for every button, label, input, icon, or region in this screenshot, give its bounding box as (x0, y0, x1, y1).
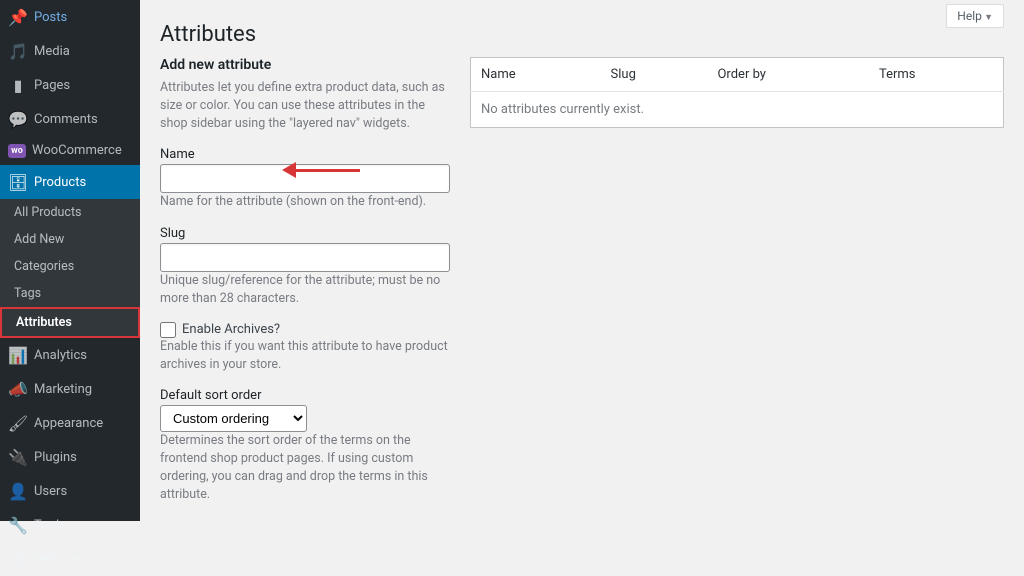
sort-select[interactable]: Custom ordering (160, 405, 307, 432)
menu-label: Marketing (34, 382, 92, 397)
settings-icon: ⚙ (8, 549, 28, 569)
name-input[interactable] (160, 164, 450, 193)
empty-message: No attributes currently exist. (471, 92, 1004, 128)
submenu-attributes[interactable]: Attributes (0, 307, 140, 338)
menu-item-posts[interactable]: 📌 Posts (0, 0, 140, 34)
woo-icon: wo (8, 144, 26, 158)
media-icon: 🎵 (8, 41, 28, 61)
col-slug[interactable]: Slug (601, 58, 708, 92)
menu-label: Pages (34, 78, 70, 93)
menu-item-pages[interactable]: ▮ Pages (0, 68, 140, 102)
slug-label: Slug (160, 226, 450, 241)
products-icon: 🗄 (8, 172, 28, 192)
tools-icon: 🔧 (8, 515, 28, 535)
menu-label: Settings (34, 552, 81, 567)
menu-label: Users (34, 484, 67, 499)
menu-item-marketing[interactable]: 📣 Marketing (0, 372, 140, 406)
menu-label: Analytics (34, 348, 87, 363)
menu-item-woocommerce[interactable]: wo WooCommerce (0, 136, 140, 165)
menu-label: Posts (34, 10, 67, 25)
main-content: Help Attributes Add new attribute Attrib… (140, 0, 1024, 521)
comment-icon: 💬 (8, 109, 28, 129)
menu-label: Media (34, 44, 70, 59)
menu-label: Appearance (34, 416, 103, 431)
attributes-table: Name Slug Order by Terms No attributes c… (470, 57, 1004, 128)
menu-item-tools[interactable]: 🔧 Tools (0, 508, 140, 542)
name-label: Name (160, 147, 450, 162)
form-intro: Attributes let you define extra product … (160, 79, 450, 133)
archives-desc: Enable this if you want this attribute t… (160, 338, 450, 374)
sort-label: Default sort order (160, 388, 450, 403)
menu-label: Comments (34, 112, 98, 127)
appearance-icon: 🖌 (8, 413, 28, 433)
submenu-all-products[interactable]: All Products (0, 199, 140, 226)
menu-item-comments[interactable]: 💬 Comments (0, 102, 140, 136)
menu-item-users[interactable]: 👤 Users (0, 474, 140, 508)
pin-icon: 📌 (8, 7, 28, 27)
marketing-icon: 📣 (8, 379, 28, 399)
name-desc: Name for the attribute (shown on the fro… (160, 193, 450, 211)
form-heading: Add new attribute (160, 57, 450, 73)
slug-input[interactable] (160, 243, 450, 272)
admin-sidebar: 📌 Posts 🎵 Media ▮ Pages 💬 Comments wo Wo… (0, 0, 140, 521)
sort-desc: Determines the sort order of the terms o… (160, 432, 450, 505)
page-icon: ▮ (8, 75, 28, 95)
submenu-categories[interactable]: Categories (0, 253, 140, 280)
menu-item-plugins[interactable]: 🔌 Plugins (0, 440, 140, 474)
menu-item-appearance[interactable]: 🖌 Appearance (0, 406, 140, 440)
users-icon: 👤 (8, 481, 28, 501)
submenu-tags[interactable]: Tags (0, 280, 140, 307)
help-tab[interactable]: Help (946, 4, 1004, 28)
submenu-add-new[interactable]: Add New (0, 226, 140, 253)
menu-label: Products (34, 175, 86, 190)
analytics-icon: 📊 (8, 345, 28, 365)
slug-desc: Unique slug/reference for the attribute;… (160, 272, 450, 308)
add-attribute-form: Add new attribute Attributes let you def… (160, 57, 450, 521)
menu-item-media[interactable]: 🎵 Media (0, 34, 140, 68)
menu-item-settings[interactable]: ⚙ Settings (0, 542, 140, 576)
products-submenu: All Products Add New Categories Tags Att… (0, 199, 140, 338)
menu-item-products[interactable]: 🗄 Products (0, 165, 140, 199)
menu-label: Tools (34, 518, 66, 533)
table-row-empty: No attributes currently exist. (471, 92, 1004, 128)
archives-checkbox[interactable] (160, 322, 176, 338)
menu-label: WooCommerce (32, 143, 122, 158)
page-title: Attributes (160, 0, 1004, 57)
archives-label: Enable Archives? (182, 322, 280, 337)
col-orderby[interactable]: Order by (707, 58, 868, 92)
menu-label: Plugins (34, 450, 77, 465)
menu-item-analytics[interactable]: 📊 Analytics (0, 338, 140, 372)
attributes-table-wrap: Name Slug Order by Terms No attributes c… (470, 57, 1004, 521)
plugins-icon: 🔌 (8, 447, 28, 467)
col-terms[interactable]: Terms (869, 58, 1004, 92)
col-name[interactable]: Name (471, 58, 601, 92)
